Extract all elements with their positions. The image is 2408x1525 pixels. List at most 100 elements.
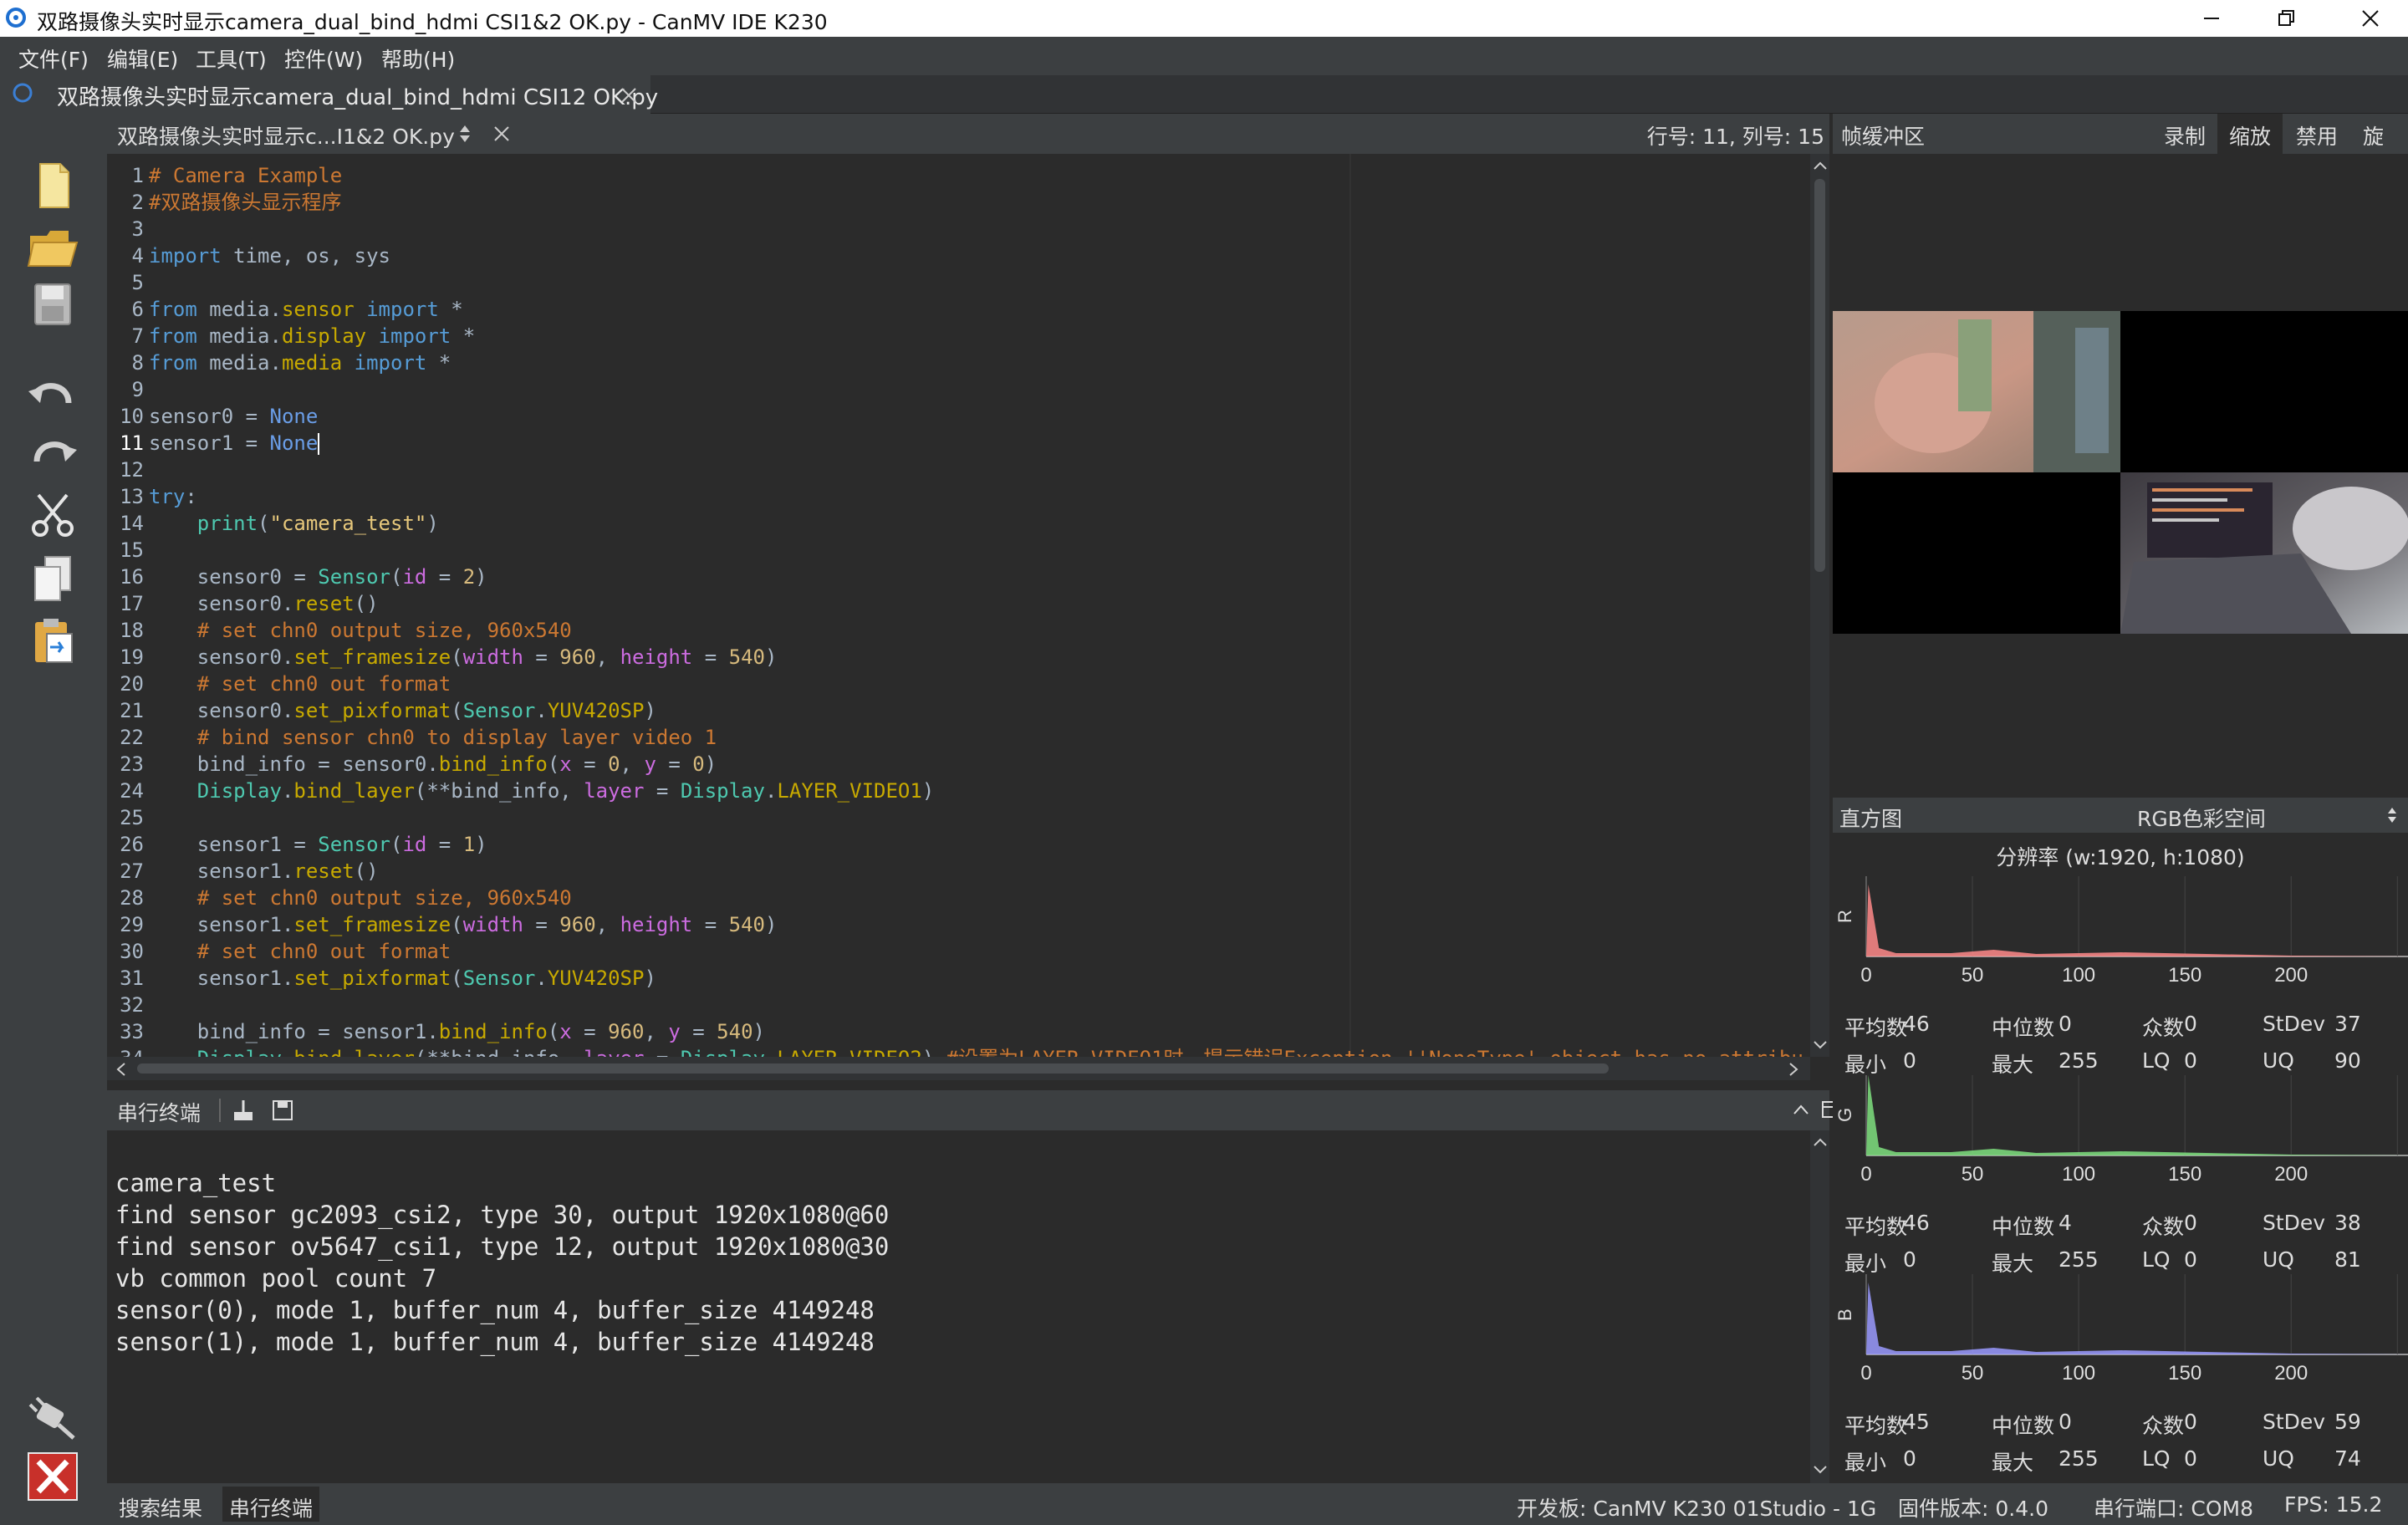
menu-edit[interactable]: 编辑(E) (107, 43, 178, 74)
code-line[interactable]: # set chn0 output size, 960x540 (149, 617, 572, 644)
redo-icon[interactable] (25, 425, 80, 478)
code-line[interactable]: # Camera Example (149, 162, 342, 189)
code-line[interactable]: bind_info = sensor0.bind_info(x = 0, y =… (149, 751, 717, 778)
scroll-left-icon[interactable] (115, 1062, 127, 1077)
line-number: 30 (120, 940, 144, 963)
code-line[interactable]: # bind sensor chn0 to display layer vide… (149, 724, 717, 751)
code-line[interactable]: sensor1.set_pixformat(Sensor.YUV420SP) (149, 965, 656, 992)
code-line[interactable]: import time, os, sys (149, 242, 390, 269)
save-terminal-icon[interactable] (271, 1099, 294, 1122)
menu-file[interactable]: 文件(F) (18, 43, 89, 74)
paste-icon[interactable] (25, 614, 80, 667)
record-button[interactable]: 录制 (2152, 114, 2217, 154)
stat-label-min: 最小 (1844, 1451, 1887, 1475)
line-number: 10 (120, 405, 144, 428)
code-line[interactable]: sensor1 = None (149, 430, 320, 456)
title-bar: 双路摄像头实时显示camera_dual_bind_hdmi CSI1&2 OK… (0, 0, 2408, 37)
close-window-button[interactable] (2333, 0, 2408, 37)
disable-button[interactable]: 禁用 (2284, 114, 2349, 154)
code-line[interactable]: sensor1.reset() (149, 858, 379, 885)
undo-icon[interactable] (25, 366, 80, 420)
code-line[interactable]: # set chn0 out format (149, 671, 451, 697)
fps-status: FPS: 15.2 (2284, 1492, 2383, 1517)
terminal-scrollbar[interactable] (1810, 1130, 1829, 1483)
stat-label-lq: LQ (2142, 1048, 2171, 1073)
terminal-line: sensor(1), mode 1, buffer_num 4, buffer_… (115, 1328, 875, 1356)
tab-file[interactable]: 双路摄像头实时显示camera_dual_bind_hdmi CSI12 OK.… (0, 75, 658, 114)
axis-tick: 100 (2062, 1362, 2095, 1385)
connect-icon[interactable] (25, 1390, 80, 1443)
axis-tick: 100 (2062, 964, 2095, 987)
tab-search-results[interactable]: 搜索结果 (119, 1492, 202, 1522)
code-line[interactable]: sensor0.set_pixformat(Sensor.YUV420SP) (149, 697, 656, 724)
line-number: 25 (120, 806, 144, 829)
axis-tick: 0 (1860, 1362, 1871, 1385)
code-line[interactable]: sensor0 = None (149, 403, 318, 430)
code-line[interactable]: Display.bind_layer(**bind_info, layer = … (149, 778, 934, 804)
select-arrows-icon[interactable] (2386, 806, 2398, 824)
menu-widgets[interactable]: 控件(W) (284, 43, 363, 74)
colorspace-select[interactable]: RGB色彩空间 (2137, 803, 2266, 833)
axis-tick: 0 (1860, 1163, 1871, 1186)
stop-icon[interactable] (25, 1450, 80, 1503)
copy-icon[interactable] (25, 552, 80, 605)
editor-vertical-scrollbar[interactable] (1810, 154, 1829, 1057)
code-line[interactable]: try: (149, 483, 197, 510)
line-number: 27 (120, 859, 144, 883)
stat-value-min: 0 (1903, 1048, 1916, 1073)
editor-file-selector[interactable]: 双路摄像头实时显示c...I1&2 OK.py (117, 120, 455, 150)
scroll-down-icon[interactable] (1813, 1040, 1828, 1050)
code-line[interactable]: sensor1 = Sensor(id = 1) (149, 831, 487, 858)
code-line[interactable]: print("camera_test") (149, 510, 439, 537)
code-line[interactable]: from media.display import * (149, 323, 475, 349)
code-line[interactable]: # set chn0 output size, 960x540 (149, 885, 572, 911)
line-number: 12 (120, 458, 144, 482)
new-file-icon[interactable] (25, 159, 80, 212)
cut-icon[interactable] (25, 488, 80, 542)
menu-tools[interactable]: 工具(T) (196, 43, 267, 74)
code-line[interactable]: sensor1.set_framesize(width = 960, heigh… (149, 911, 778, 938)
code-line[interactable]: #双路摄像头显示程序 (149, 189, 341, 216)
line-number: 29 (120, 913, 144, 936)
serial-terminal[interactable]: camera_test find sensor gc2093_csi2, type… (107, 1130, 1810, 1483)
line-number: 4 (131, 244, 144, 268)
scroll-up-icon[interactable] (1813, 1137, 1828, 1147)
hscroll-thumb[interactable] (137, 1063, 1609, 1074)
line-number: 24 (120, 779, 144, 803)
close-tab-icon[interactable] (620, 87, 637, 104)
code-line[interactable]: from media.media import * (149, 349, 451, 376)
scroll-right-icon[interactable] (1788, 1062, 1799, 1077)
axis-tick: 50 (1962, 1362, 1984, 1385)
code-area[interactable]: # Camera Example #双路摄像头显示程序 import time, o… (149, 154, 1810, 1057)
port-status: 串行端口: COM8 (2094, 1497, 2253, 1521)
line-number: 21 (120, 699, 144, 722)
restore-button[interactable] (2249, 0, 2324, 37)
axis-tick: 200 (2274, 964, 2308, 987)
code-line[interactable]: Display.bind_layer(**bind_info, layer = … (149, 1045, 1803, 1057)
framebuffer-view[interactable] (1833, 154, 2408, 798)
open-folder-icon[interactable] (25, 219, 80, 273)
tab-serial-terminal[interactable]: 串行终端 (222, 1487, 320, 1522)
code-editor[interactable]: 1 2 3 4 5 6 7 8 9 10 11 12 13 14 15 16 17 18 19 20 21 22 23 24 2… (107, 154, 1810, 1057)
code-line[interactable]: from media.sensor import * (149, 296, 463, 323)
code-line[interactable]: # set chn0 out format (149, 938, 451, 965)
close-editor-icon[interactable] (493, 125, 510, 142)
editor-horizontal-scrollbar[interactable] (107, 1057, 1810, 1080)
zoom-button[interactable]: 缩放 (2217, 114, 2283, 154)
code-line[interactable]: sensor0.reset() (149, 590, 379, 617)
collapse-up-icon[interactable] (1793, 1104, 1809, 1115)
menu-help[interactable]: 帮助(H) (381, 43, 455, 74)
code-line[interactable]: sensor0 = Sensor(id = 2) (149, 564, 487, 590)
scroll-up-icon[interactable] (1813, 161, 1828, 171)
scroll-thumb[interactable] (1814, 179, 1825, 572)
code-line[interactable]: sensor0.set_framesize(width = 960, heigh… (149, 644, 778, 671)
menu-bar: 文件(F) 编辑(E) 工具(T) 控件(W) 帮助(H) (0, 37, 2408, 75)
rotate-button[interactable]: 旋转 (2351, 114, 2408, 179)
file-switch-icon[interactable] (458, 124, 472, 144)
minimize-button[interactable] (2174, 0, 2249, 37)
code-line[interactable]: bind_info = sensor1.bind_info(x = 960, y… (149, 1018, 765, 1045)
stat-value-lq: 0 (2184, 1446, 2197, 1471)
save-icon[interactable] (25, 278, 80, 331)
clear-terminal-icon[interactable] (231, 1099, 256, 1122)
scroll-down-icon[interactable] (1813, 1465, 1828, 1475)
